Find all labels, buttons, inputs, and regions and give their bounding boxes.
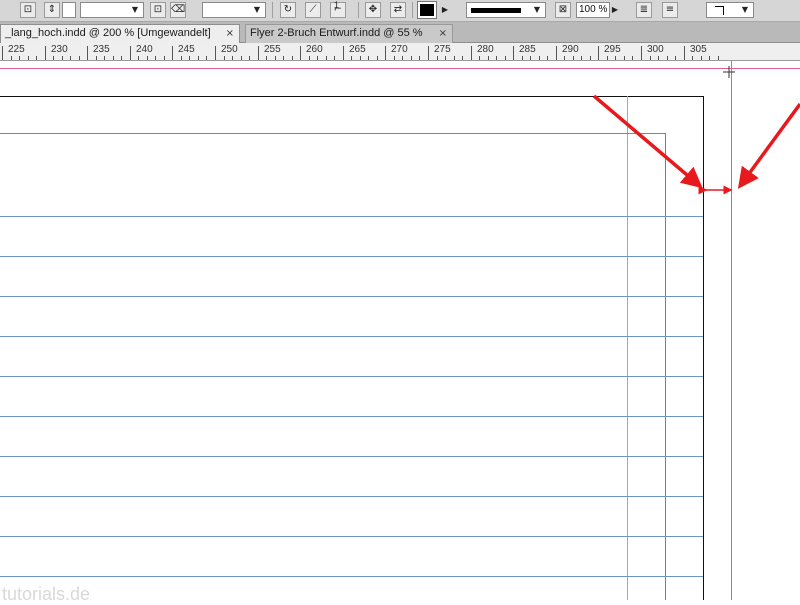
watermark: tutorials.de [2,584,91,604]
annotation-overlay [592,94,800,195]
crosshair-cursor-icon [723,66,735,78]
annotation-arrow-left [592,94,703,189]
annotation-arrow-right [737,102,800,189]
